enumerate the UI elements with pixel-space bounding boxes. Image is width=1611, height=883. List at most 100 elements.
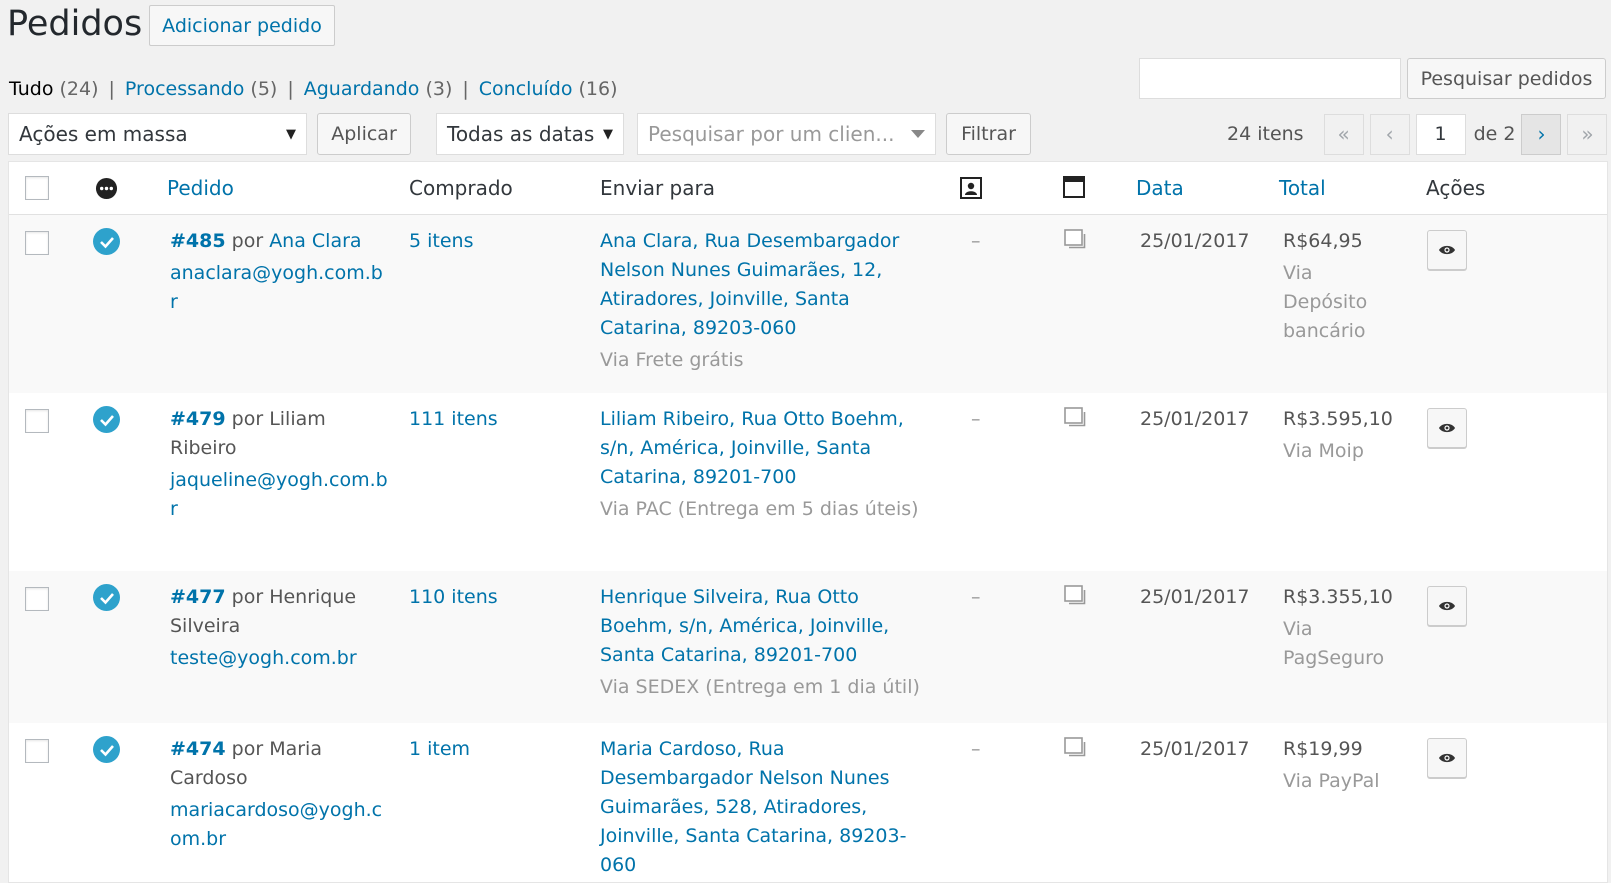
items-purchased[interactable]: 5 itens: [409, 227, 474, 256]
customer-message: –: [971, 586, 981, 608]
customer-email[interactable]: jaqueline@yogh.com.b r: [170, 466, 390, 524]
date-filter-select[interactable]: Todas as datas ▼: [436, 113, 624, 155]
completed-status-icon: [93, 228, 120, 255]
customer-name[interactable]: Ana Clara: [269, 230, 361, 252]
shipping-address[interactable]: Henrique Silveira, Rua Otto Boehm, s/n, A…: [600, 583, 920, 670]
order-number[interactable]: #474: [170, 738, 226, 760]
eye-icon: [1439, 245, 1455, 255]
customer-name: Maria: [269, 738, 322, 760]
order-total: R$3.595,10: [1283, 408, 1393, 430]
eye-icon: [1439, 423, 1455, 433]
page-title: Pedidos: [7, 4, 143, 44]
order-total: R$3.355,10: [1283, 586, 1393, 608]
order-date: 25/01/2017: [1140, 408, 1250, 430]
view-order-button[interactable]: [1427, 586, 1467, 626]
select-all-checkbox[interactable]: [25, 176, 49, 200]
total-pages: de 2: [1473, 123, 1516, 145]
customer-search-select[interactable]: Pesquisar por um clien...: [637, 113, 936, 155]
order-notes-icon: [1064, 229, 1086, 249]
last-page-button[interactable]: »: [1567, 113, 1608, 155]
eye-icon: [1439, 601, 1455, 611]
order-number[interactable]: #485: [170, 230, 226, 252]
shipping-method: Via Frete grátis: [600, 349, 744, 371]
table-row: #479 por Liliam Ribeiro jaqueline@yogh.co…: [9, 393, 1607, 571]
chevron-down-icon: [911, 130, 925, 138]
customer-email[interactable]: teste@yogh.com.br: [170, 644, 390, 673]
customer-message: –: [971, 408, 981, 430]
customer-email[interactable]: anaclara@yogh.com.br: [170, 259, 390, 317]
order-notes-icon: [1064, 585, 1086, 605]
view-order-button[interactable]: [1427, 408, 1467, 448]
eye-icon: [1439, 753, 1455, 763]
order-notes-icon: [1064, 737, 1086, 757]
column-acoes: Ações: [1426, 176, 1486, 200]
items-purchased[interactable]: 111 itens: [409, 405, 498, 434]
column-enviar-para: Enviar para: [600, 176, 715, 200]
row-checkbox[interactable]: [25, 231, 49, 255]
orders-table: Pedido Comprado Enviar para Data Total A…: [8, 161, 1608, 883]
status-filter-on-hold[interactable]: Aguardando (3): [304, 78, 453, 100]
row-checkbox[interactable]: [25, 409, 49, 433]
completed-status-icon: [93, 406, 120, 433]
view-order-button[interactable]: [1427, 738, 1467, 778]
payment-method: Via Depósito bancário: [1283, 262, 1368, 342]
bulk-actions-select[interactable]: Ações em massa ▼: [8, 113, 307, 155]
add-order-button[interactable]: Adicionar pedido: [149, 5, 335, 46]
search-orders-input[interactable]: [1139, 58, 1401, 99]
row-checkbox[interactable]: [25, 739, 49, 763]
completed-status-icon: [93, 584, 120, 611]
order-number[interactable]: #477: [170, 586, 226, 608]
order-notes-icon: [1063, 176, 1085, 198]
pagination: 24 itens « ‹ 1 de 2 › »: [1227, 113, 1608, 155]
order-date: 25/01/2017: [1140, 586, 1250, 608]
shipping-method: Via PAC (Entrega em 5 dias úteis): [600, 498, 919, 520]
column-total[interactable]: Total: [1279, 176, 1326, 200]
prev-page-button[interactable]: ‹: [1369, 113, 1410, 155]
row-checkbox[interactable]: [25, 587, 49, 611]
customer-message: –: [971, 738, 981, 760]
table-row: #474 por Maria Cardoso mariacardoso@yogh.…: [9, 723, 1607, 883]
table-header: Pedido Comprado Enviar para Data Total A…: [9, 162, 1607, 215]
apply-button[interactable]: Aplicar: [317, 113, 411, 155]
order-total: R$19,99: [1283, 738, 1363, 760]
shipping-address[interactable]: Liliam Ribeiro, Rua Otto Boehm, s/n, Amér…: [600, 405, 920, 492]
first-page-button[interactable]: «: [1323, 113, 1364, 155]
payment-method: Via PagSeguro: [1283, 618, 1385, 669]
items-purchased[interactable]: 110 itens: [409, 583, 498, 612]
current-page-input[interactable]: 1: [1415, 113, 1466, 155]
items-purchased[interactable]: 1 item: [409, 735, 470, 764]
customer-email[interactable]: mariacardoso@yogh.c om.br: [170, 796, 390, 854]
order-date: 25/01/2017: [1140, 230, 1250, 252]
status-filter-all[interactable]: Tudo (24): [9, 78, 99, 100]
search-orders-button[interactable]: Pesquisar pedidos: [1407, 58, 1606, 99]
table-row: #477 por Henrique Silveira teste@yogh.com…: [9, 571, 1607, 723]
payment-method: Via PayPal: [1283, 770, 1380, 792]
completed-status-icon: [93, 736, 120, 763]
dropdown-arrow-icon: ▼: [603, 126, 613, 142]
view-order-button[interactable]: [1427, 230, 1467, 270]
shipping-address[interactable]: Maria Cardoso, Rua Desembargador Nelson N…: [600, 735, 920, 880]
order-date: 25/01/2017: [1140, 738, 1250, 760]
shipping-address[interactable]: Ana Clara, Rua Desembargador Nelson Nunes…: [600, 227, 920, 343]
payment-method: Via Moip: [1283, 440, 1364, 462]
order-total: R$64,95: [1283, 230, 1363, 252]
customer-message: –: [971, 230, 981, 252]
order-notes-icon: [1064, 407, 1086, 427]
column-pedido[interactable]: Pedido: [167, 176, 234, 200]
shipping-method: Via SEDEX (Entrega em 1 dia útil): [600, 676, 920, 698]
dropdown-arrow-icon: ▼: [286, 126, 296, 142]
column-comprado: Comprado: [409, 176, 513, 200]
table-row: #485 por Ana Clara anaclara@yogh.com.br …: [9, 215, 1607, 393]
order-number[interactable]: #479: [170, 408, 226, 430]
filter-button[interactable]: Filtrar: [946, 113, 1031, 155]
customer-message-icon: [960, 177, 982, 199]
item-count: 24 itens: [1227, 123, 1304, 145]
column-data[interactable]: Data: [1136, 176, 1184, 200]
status-filter-completed[interactable]: Concluído (16): [479, 78, 618, 100]
next-page-button[interactable]: ›: [1521, 113, 1562, 155]
status-filter: Tudo (24) | Processando (5) | Aguardando…: [9, 78, 618, 100]
customer-name: Henrique: [269, 586, 357, 608]
customer-name: Liliam: [269, 408, 326, 430]
order-status-icon: [95, 177, 118, 200]
status-filter-processing[interactable]: Processando (5): [125, 78, 277, 100]
